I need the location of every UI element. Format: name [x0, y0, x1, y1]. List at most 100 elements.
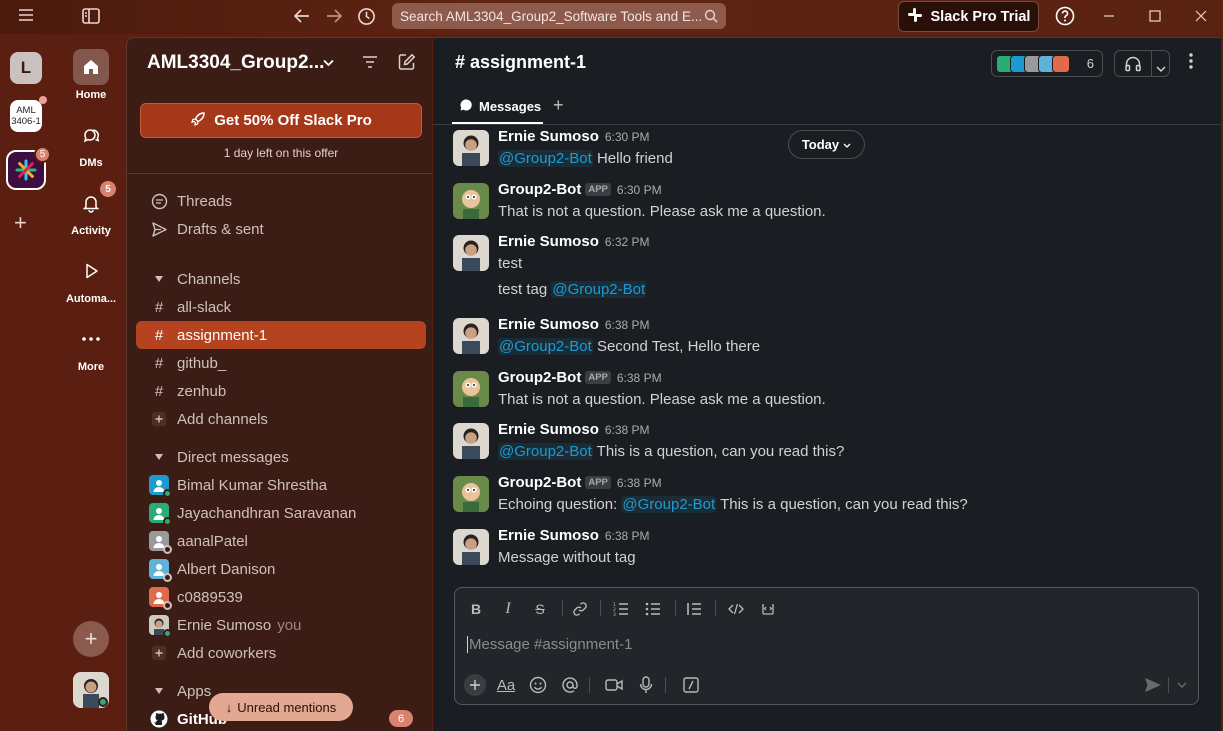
- members-button[interactable]: 6: [991, 50, 1103, 77]
- message-author[interactable]: Ernie Sumoso: [498, 421, 599, 438]
- create-new-button[interactable]: +: [73, 621, 109, 657]
- video-icon[interactable]: [603, 674, 625, 696]
- forward-arrow-icon[interactable]: [325, 8, 343, 24]
- nav-automations[interactable]: Automa...: [56, 253, 126, 305]
- mention-link[interactable]: @Group2-Bot: [498, 150, 593, 167]
- sidebar-item-dm-jayachandhran[interactable]: Jayachandhran Saravanan: [136, 499, 426, 527]
- message-item[interactable]: Ernie Sumoso 6:38 PM Message without tag: [453, 527, 1213, 571]
- sidebar-item-dm-c0889539[interactable]: c0889539: [136, 583, 426, 611]
- microphone-icon[interactable]: [635, 674, 657, 696]
- message-author[interactable]: Group2-Bot: [498, 181, 581, 198]
- bulleted-list-icon[interactable]: [644, 598, 662, 620]
- back-arrow-icon[interactable]: [293, 8, 311, 24]
- dm-section-header[interactable]: Direct messages: [136, 443, 426, 471]
- mention-link[interactable]: @Group2-Bot: [621, 496, 717, 513]
- hamburger-menu-icon[interactable]: [18, 8, 34, 22]
- blockquote-icon[interactable]: [685, 598, 703, 620]
- message-item[interactable]: Ernie Sumoso 6:38 PM @Group2-Bot Second T…: [453, 316, 1213, 360]
- link-icon[interactable]: [571, 598, 589, 620]
- bold-icon[interactable]: B: [467, 598, 485, 620]
- nav-more[interactable]: More: [56, 321, 126, 373]
- code-icon[interactable]: [726, 598, 746, 620]
- strikethrough-icon[interactable]: S: [531, 598, 549, 620]
- add-tab-icon[interactable]: +: [553, 95, 564, 116]
- nav-activity[interactable]: Activity 5: [56, 181, 126, 237]
- message-item[interactable]: Group2-Bot APP 6:30 PM That is not a quest…: [453, 181, 1213, 225]
- message-item[interactable]: Group2-Bot APP 6:38 PM That is not a quest…: [453, 369, 1213, 413]
- sidebar-item-dm-albert[interactable]: Albert Danison: [136, 555, 426, 583]
- sidebar-item-channel-github[interactable]: # github_: [136, 349, 426, 377]
- tab-messages[interactable]: Messages: [459, 98, 541, 115]
- minimize-icon[interactable]: [1103, 10, 1115, 22]
- italic-icon[interactable]: I: [499, 598, 517, 620]
- add-coworkers-button[interactable]: Add coworkers: [136, 639, 426, 667]
- sidebar-item-channel-zenhub[interactable]: # zenhub: [136, 377, 426, 405]
- maximize-icon[interactable]: [1149, 10, 1161, 22]
- message-item[interactable]: Ernie Sumoso 6:38 PM @Group2-Bot This is …: [453, 421, 1213, 465]
- message-author[interactable]: Ernie Sumoso: [498, 316, 599, 333]
- unread-mentions-button[interactable]: ↓ Unread mentions: [209, 693, 353, 721]
- sidebar-item-dm-aanalpatel[interactable]: aanalPatel: [136, 527, 426, 555]
- mention-link[interactable]: @Group2-Bot: [551, 281, 647, 298]
- channel-title[interactable]: # assignment-1: [455, 52, 586, 73]
- channels-section-header[interactable]: Channels: [136, 265, 426, 293]
- slack-pro-trial-button[interactable]: Slack Pro Trial: [898, 1, 1039, 32]
- mention-icon[interactable]: [559, 674, 581, 696]
- numbered-list-icon[interactable]: 123: [612, 598, 630, 620]
- huddle-button[interactable]: [1114, 50, 1170, 77]
- nav-home[interactable]: Home: [56, 49, 126, 101]
- sidebar-toggle-icon[interactable]: [82, 8, 100, 24]
- message-time[interactable]: 6:38 PM: [617, 476, 662, 490]
- message-time[interactable]: 6:38 PM: [605, 318, 650, 332]
- message-time[interactable]: 6:30 PM: [605, 130, 650, 144]
- workspace-name[interactable]: AML3304_Group2...: [147, 52, 324, 74]
- compose-icon[interactable]: [398, 53, 416, 75]
- message-item[interactable]: test tag @Group2-Bot: [453, 264, 1213, 298]
- user-avatar[interactable]: [73, 672, 109, 708]
- send-options-chevron-icon[interactable]: [1171, 674, 1193, 696]
- sidebar-item-channel-assignment-1[interactable]: # assignment-1: [136, 321, 426, 349]
- message-time[interactable]: 6:38 PM: [617, 371, 662, 385]
- mention-link[interactable]: @Group2-Bot: [498, 443, 593, 460]
- emoji-icon[interactable]: [527, 674, 549, 696]
- add-workspace-icon[interactable]: +: [14, 210, 27, 236]
- workspace-l[interactable]: L: [10, 52, 42, 84]
- send-icon[interactable]: [1142, 674, 1164, 696]
- message-time[interactable]: 6:30 PM: [617, 183, 662, 197]
- nav-dms[interactable]: DMs: [56, 117, 126, 169]
- shortcuts-slash-icon[interactable]: [680, 674, 702, 696]
- message-author[interactable]: Group2-Bot: [498, 369, 581, 386]
- help-icon[interactable]: [1055, 6, 1075, 26]
- huddle-chevron-icon[interactable]: [1156, 60, 1166, 77]
- chevron-down-icon[interactable]: [323, 55, 334, 70]
- message-item[interactable]: Group2-Bot APP 6:38 PM Echoing question: @…: [453, 474, 1213, 518]
- message-author[interactable]: Ernie Sumoso: [498, 128, 599, 145]
- message-author[interactable]: Ernie Sumoso: [498, 233, 599, 250]
- search-input[interactable]: Search AML3304_Group2_Software Tools and…: [392, 3, 726, 29]
- add-channels-button[interactable]: Add channels: [136, 405, 426, 433]
- channel-menu-icon[interactable]: [1189, 53, 1193, 74]
- mention-link[interactable]: @Group2-Bot: [498, 338, 593, 355]
- message-author[interactable]: Group2-Bot: [498, 474, 581, 491]
- sidebar-item-channel-all-slack[interactable]: # all-slack: [136, 293, 426, 321]
- message-input[interactable]: Message #assignment-1: [467, 636, 632, 653]
- close-icon[interactable]: [1195, 10, 1207, 22]
- promo-button[interactable]: Get 50% Off Slack Pro: [140, 103, 422, 138]
- message-time[interactable]: 6:38 PM: [605, 423, 650, 437]
- filter-icon[interactable]: [362, 55, 378, 73]
- attach-plus-icon[interactable]: [464, 674, 486, 696]
- sidebar-item-dm-ernie[interactable]: Ernie Sumoso you: [136, 611, 426, 639]
- date-divider-button[interactable]: Today: [788, 130, 865, 159]
- message-time[interactable]: 6:32 PM: [605, 235, 650, 249]
- sidebar-item-dm-bimal[interactable]: Bimal Kumar Shrestha: [136, 471, 426, 499]
- dm-avatar: [149, 559, 172, 582]
- code-block-icon[interactable]: [758, 598, 778, 620]
- text-format-icon[interactable]: Aa: [495, 674, 517, 696]
- message-author[interactable]: Ernie Sumoso: [498, 527, 599, 544]
- history-clock-icon[interactable]: [357, 7, 376, 26]
- sidebar-item-drafts[interactable]: Drafts & sent: [136, 215, 426, 243]
- message-time[interactable]: 6:38 PM: [605, 529, 650, 543]
- sidebar-item-threads[interactable]: Threads: [136, 187, 426, 215]
- workspace-aml[interactable]: AML 3406-1: [10, 100, 42, 132]
- message-composer[interactable]: B I S 123 Message #assignment-1 Aa: [454, 587, 1199, 705]
